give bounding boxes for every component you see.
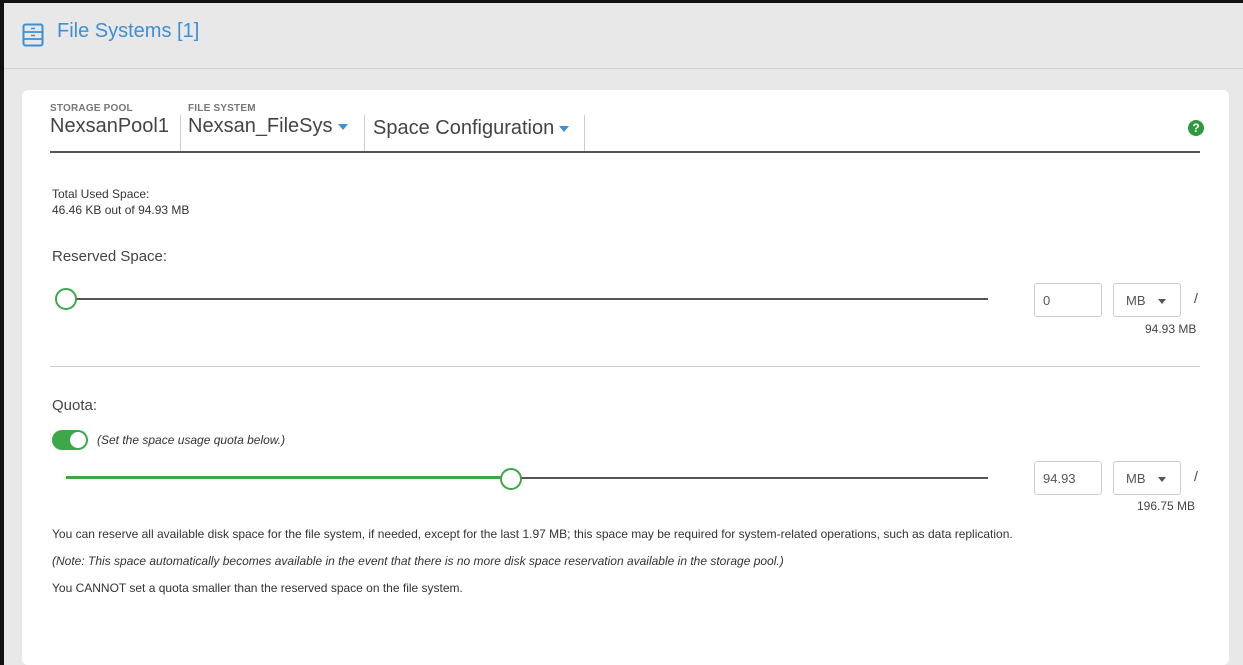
quota-slash: / — [1194, 468, 1198, 484]
quota-max-value: 196.75 MB — [1137, 499, 1196, 513]
chevron-down-icon — [1158, 299, 1166, 304]
reserved-slash: / — [1194, 290, 1198, 306]
header-divider — [50, 151, 1200, 153]
quota-slider-handle[interactable] — [499, 468, 522, 490]
quota-toggle[interactable] — [52, 430, 88, 450]
reserved-unit-value: MB — [1126, 293, 1146, 308]
page-header: File Systems [1] — [4, 3, 1243, 69]
quota-slider-fill — [66, 476, 511, 479]
total-used-space-value: 46.46 KB out of 94.93 MB — [52, 203, 190, 217]
section-value: Space Configuration — [373, 117, 555, 139]
total-used-space-label: Total Used Space: — [52, 187, 150, 201]
quota-label: Quota: — [52, 397, 98, 414]
reserved-space-input[interactable] — [1034, 283, 1102, 317]
quota-unit-select[interactable]: MB — [1113, 461, 1181, 495]
chevron-down-icon — [1158, 477, 1166, 482]
reserved-slider-track[interactable] — [66, 298, 988, 300]
chevron-down-icon — [337, 123, 348, 130]
breadcrumb-file-system[interactable]: FILE SYSTEM Nexsan_FileSys — [188, 103, 348, 138]
quota-unit-value: MB — [1126, 471, 1146, 486]
chevron-down-icon — [559, 125, 570, 132]
toggle-knob — [70, 432, 86, 448]
storage-pool-value: NexsanPool1 — [50, 115, 169, 137]
reserve-note: You can reserve all available disk space… — [52, 527, 1013, 541]
space-config-panel: STORAGE POOL NexsanPool1 FILE SYSTEM Nex… — [22, 90, 1229, 665]
file-system-value: Nexsan_FileSys — [188, 115, 333, 137]
breadcrumb-divider — [584, 115, 585, 151]
help-icon[interactable]: ? — [1188, 120, 1204, 136]
quota-toggle-text: (Set the space usage quota below.) — [97, 433, 286, 447]
reserved-space-label: Reserved Space: — [52, 248, 168, 265]
quota-input[interactable] — [1034, 461, 1102, 495]
reserved-max-value: 94.93 MB — [1145, 322, 1197, 336]
reserved-unit-select[interactable]: MB — [1113, 283, 1181, 317]
storage-pool-label: STORAGE POOL — [50, 103, 133, 114]
breadcrumb-section[interactable]: Space Configuration — [373, 116, 570, 140]
reserved-slider-handle[interactable] — [55, 288, 77, 310]
quota-note: You CANNOT set a quota smaller than the … — [52, 581, 463, 595]
file-system-label: FILE SYSTEM — [188, 103, 256, 114]
page-title: File Systems [1] — [57, 20, 200, 42]
breadcrumb-storage-pool[interactable]: STORAGE POOL NexsanPool1 — [50, 103, 169, 138]
file-system-icon — [22, 23, 44, 47]
breadcrumb-divider — [180, 115, 181, 151]
reserve-note-italic: (Note: This space automatically becomes … — [52, 554, 784, 568]
breadcrumb-divider — [364, 115, 365, 151]
section-divider — [50, 366, 1200, 367]
